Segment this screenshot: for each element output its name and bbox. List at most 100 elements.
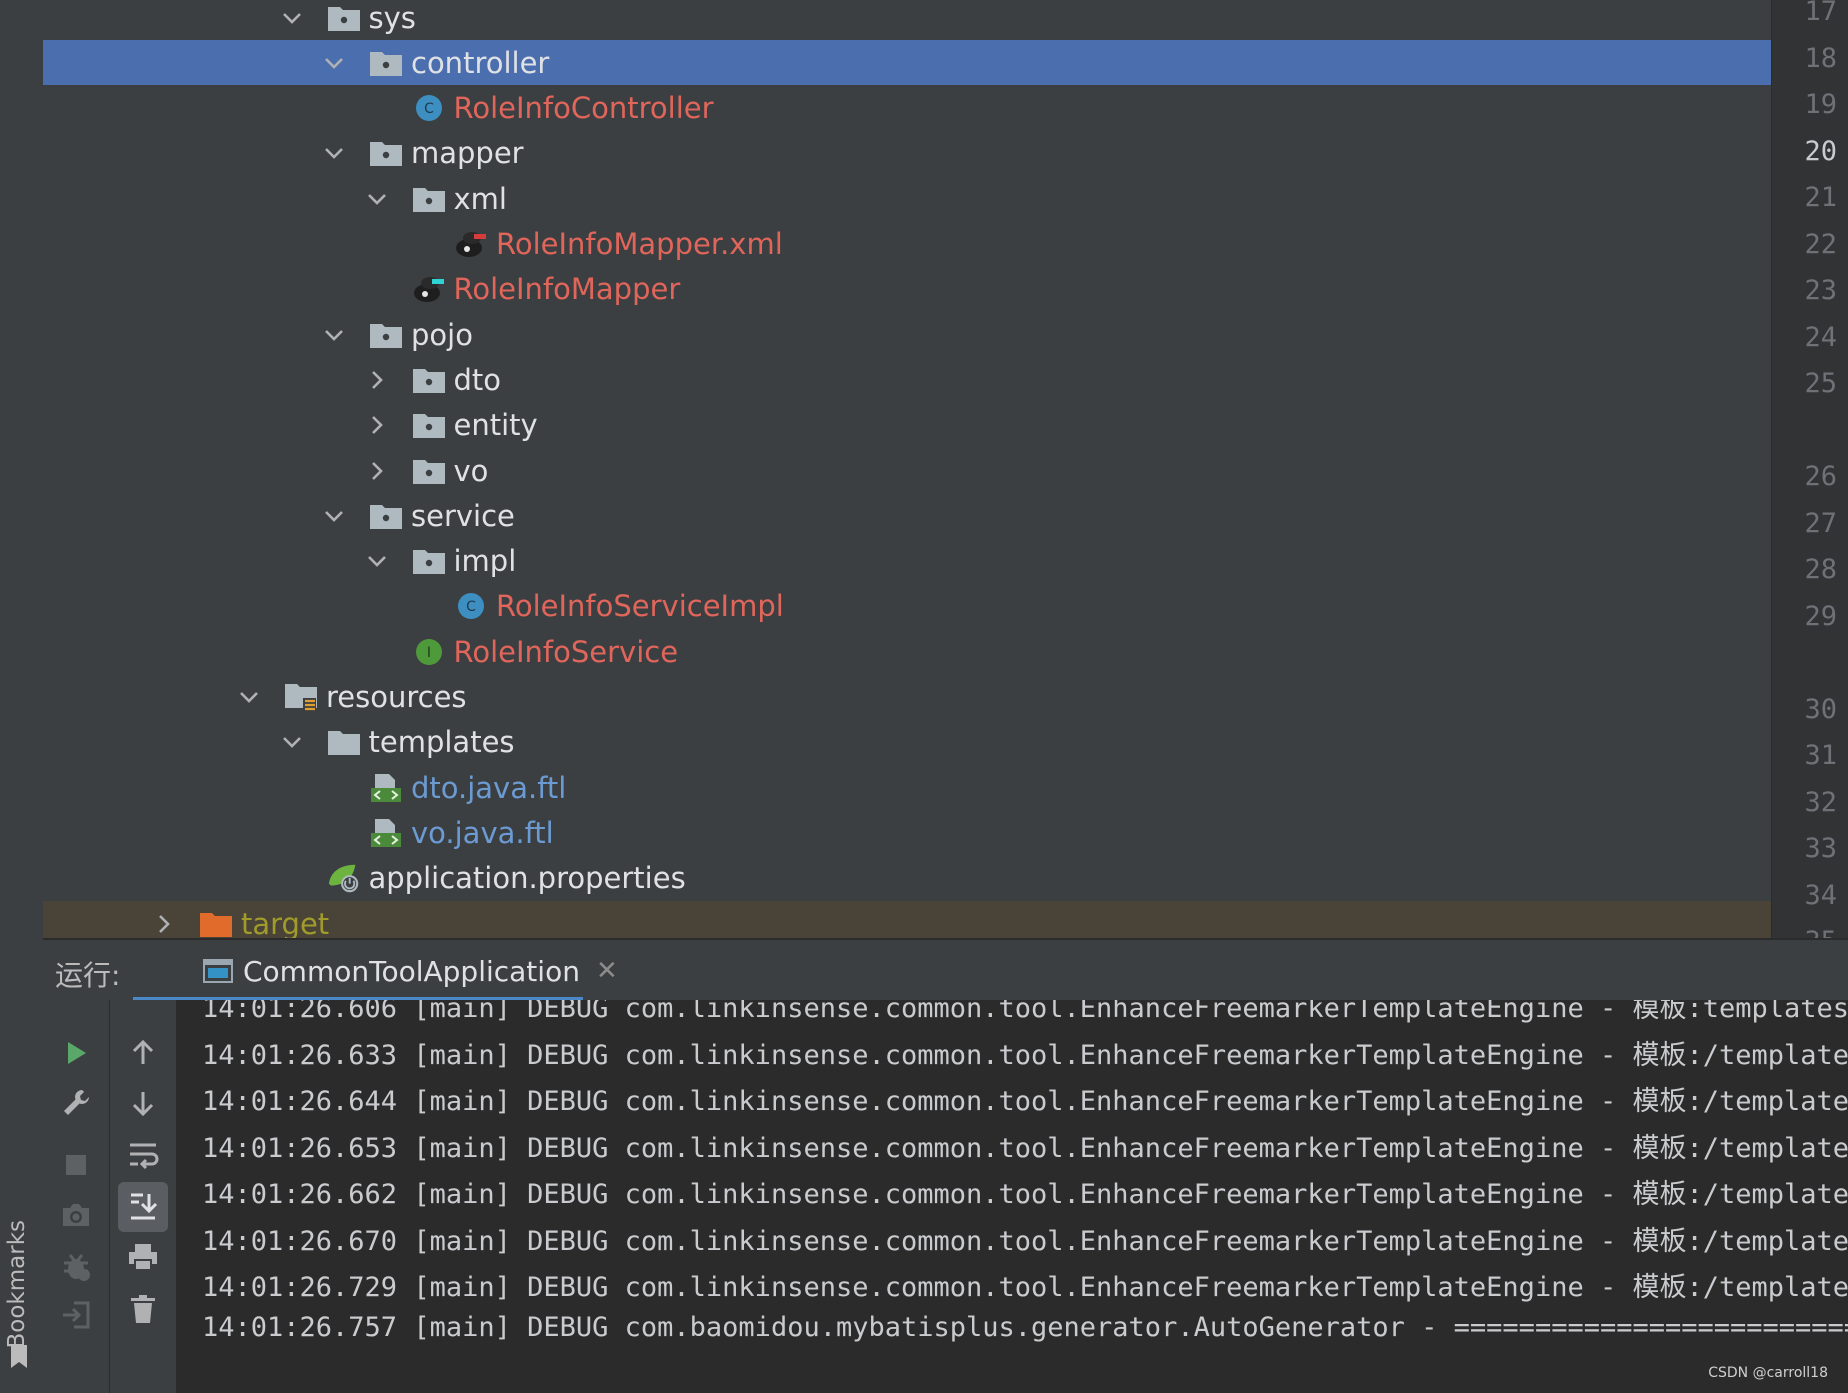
console-line: 14:01:26.729 [main] DEBUG com.linkinsens… <box>202 1272 1848 1303</box>
tree-row-dto-java-ftl[interactable]: dto.java.ftl <box>43 765 1771 810</box>
tree-row-label: vo.java.ftl <box>411 815 554 850</box>
run-icon <box>68 1042 86 1064</box>
freemarker-file-icon <box>369 773 403 803</box>
tree-row-sys[interactable]: sys <box>43 0 1771 40</box>
tree-row-dto[interactable]: dto <box>43 357 1771 402</box>
tree-row-service[interactable]: service <box>43 493 1771 538</box>
tree-row-label: target <box>241 906 330 939</box>
tree-row-label: resources <box>326 680 467 714</box>
bookmarks-strip: Bookmarks <box>0 0 44 1393</box>
tree-row-entity[interactable]: entity <box>43 403 1771 448</box>
chevron-down-icon[interactable] <box>366 550 388 572</box>
mybatis-xml-icon <box>454 229 488 259</box>
package-folder-icon <box>327 3 361 33</box>
tree-row-impl[interactable]: impl <box>43 539 1771 584</box>
debug-button[interactable] <box>51 1242 101 1292</box>
exit-button[interactable] <box>51 1290 101 1340</box>
tree-row-roleinfomapper[interactable]: RoleInfoMapper <box>43 267 1771 312</box>
run-tab-commontoolapplication[interactable]: CommonToolApplication ✕ <box>155 940 618 1002</box>
arrow-up-icon <box>132 1039 154 1064</box>
line-number: 24 <box>1804 321 1837 353</box>
chevron-down-icon[interactable] <box>281 7 303 29</box>
tree-row-roleinfoservice[interactable]: I RoleInfoService <box>43 629 1771 674</box>
stop-button[interactable] <box>51 1140 101 1190</box>
freemarker-file-icon <box>369 818 403 848</box>
clear-all-button[interactable] <box>118 1284 168 1334</box>
chevron-down-icon[interactable] <box>323 324 345 346</box>
tree-row-application-properties[interactable]: application.properties <box>43 856 1771 901</box>
tree-row-pojo[interactable]: pojo <box>43 312 1771 357</box>
tree-row-xml[interactable]: xml <box>43 176 1771 221</box>
login-icon <box>63 1301 90 1329</box>
console-line: 14:01:26.644 [main] DEBUG com.linkinsens… <box>202 1086 1848 1117</box>
thread-dump-button[interactable] <box>51 1190 101 1240</box>
chevron-down-icon[interactable] <box>366 188 388 210</box>
chevron-down-icon[interactable] <box>281 731 303 753</box>
tree-row-label: entity <box>453 408 538 443</box>
tree-row-label: RoleInfoMapper.xml <box>496 227 783 261</box>
run-tab-label: CommonToolApplication <box>243 954 580 988</box>
soft-wrap-button[interactable] <box>118 1130 168 1180</box>
resources-folder-icon <box>284 682 318 712</box>
editor-gutter: 17 18 19 20 21 22 23 24 25 26 27 28 29 30 31 32 33 34 35 <box>1771 0 1848 938</box>
package-folder-icon <box>369 138 403 168</box>
bookmark-icon[interactable] <box>9 1344 29 1370</box>
package-folder-icon <box>412 546 446 576</box>
chevron-down-icon[interactable] <box>238 686 260 708</box>
package-folder-icon <box>369 320 403 350</box>
print-button[interactable] <box>118 1232 168 1282</box>
arrow-down-icon <box>132 1092 154 1117</box>
tree-row-label: RoleInfoServiceImpl <box>496 589 784 624</box>
svg-text:C: C <box>466 599 476 615</box>
folder-icon <box>327 727 361 757</box>
tree-row-controller[interactable]: controller <box>43 40 1771 86</box>
tree-row-resources[interactable]: resources <box>43 675 1771 720</box>
line-number: 22 <box>1804 228 1837 260</box>
rerun-button[interactable] <box>51 1028 101 1078</box>
bookmarks-tab[interactable]: Bookmarks <box>4 1220 30 1349</box>
chevron-down-icon[interactable] <box>323 52 345 74</box>
tree-row-target[interactable]: target <box>43 901 1771 938</box>
package-folder-icon <box>412 456 446 486</box>
tree-row-templates[interactable]: templates <box>43 720 1771 765</box>
line-number: 27 <box>1804 507 1837 539</box>
console-line: 14:01:26.653 [main] DEBUG com.linkinsens… <box>202 1132 1848 1164</box>
svg-text:C: C <box>424 101 434 117</box>
chevron-down-icon[interactable] <box>323 142 345 164</box>
project-tree[interactable]: sys controller C RoleInfoController mapper xm… <box>43 0 1771 938</box>
debug-icon <box>64 1254 90 1281</box>
tree-row-mapper[interactable]: mapper <box>43 131 1771 176</box>
tree-row-label: RoleInfoService <box>453 634 679 669</box>
tree-row-label: dto.java.ftl <box>411 770 567 805</box>
chevron-right-icon[interactable] <box>366 414 388 436</box>
chevron-down-icon[interactable] <box>323 505 345 527</box>
scroll-to-end-button[interactable] <box>118 1182 168 1232</box>
tree-row-vo[interactable]: vo <box>43 448 1771 493</box>
tree-row-label: xml <box>453 181 507 216</box>
chevron-right-icon[interactable] <box>366 369 388 391</box>
line-number: 32 <box>1804 786 1837 818</box>
tree-row-roleinfoserviceimpl[interactable]: C RoleInfoServiceImpl <box>43 584 1771 629</box>
console-output[interactable]: 14:01:26.757 [main] DEBUG com.baomidou.m… <box>176 1000 1848 1393</box>
close-icon[interactable]: ✕ <box>596 956 618 986</box>
previous-occurrence-button[interactable] <box>118 1028 168 1078</box>
settings-button[interactable] <box>51 1078 101 1128</box>
tree-row-vo-java-ftl[interactable]: vo.java.ftl <box>43 810 1771 855</box>
chevron-right-icon[interactable] <box>366 460 388 482</box>
java-interface-icon: I <box>412 637 446 667</box>
console-line: 14:01:26.662 [main] DEBUG com.linkinsens… <box>202 1179 1848 1210</box>
next-occurrence-button[interactable] <box>118 1078 168 1128</box>
chevron-right-icon[interactable] <box>153 913 175 935</box>
wrench-icon <box>64 1090 89 1115</box>
soft-wrap-icon <box>130 1143 159 1170</box>
print-icon <box>129 1244 157 1271</box>
tree-row-roleinfocontroller[interactable]: C RoleInfoController <box>43 86 1771 131</box>
line-number: 20 <box>1804 135 1837 167</box>
line-number: 35 <box>1804 926 1837 938</box>
run-tool-window-header: 运行: CommonToolApplication ✕ <box>43 938 1848 1002</box>
tree-row-roleinfomapper-xml[interactable]: RoleInfoMapper.xml <box>43 222 1771 267</box>
line-number: 30 <box>1804 693 1837 725</box>
run-toolbar-secondary <box>110 1000 176 1393</box>
